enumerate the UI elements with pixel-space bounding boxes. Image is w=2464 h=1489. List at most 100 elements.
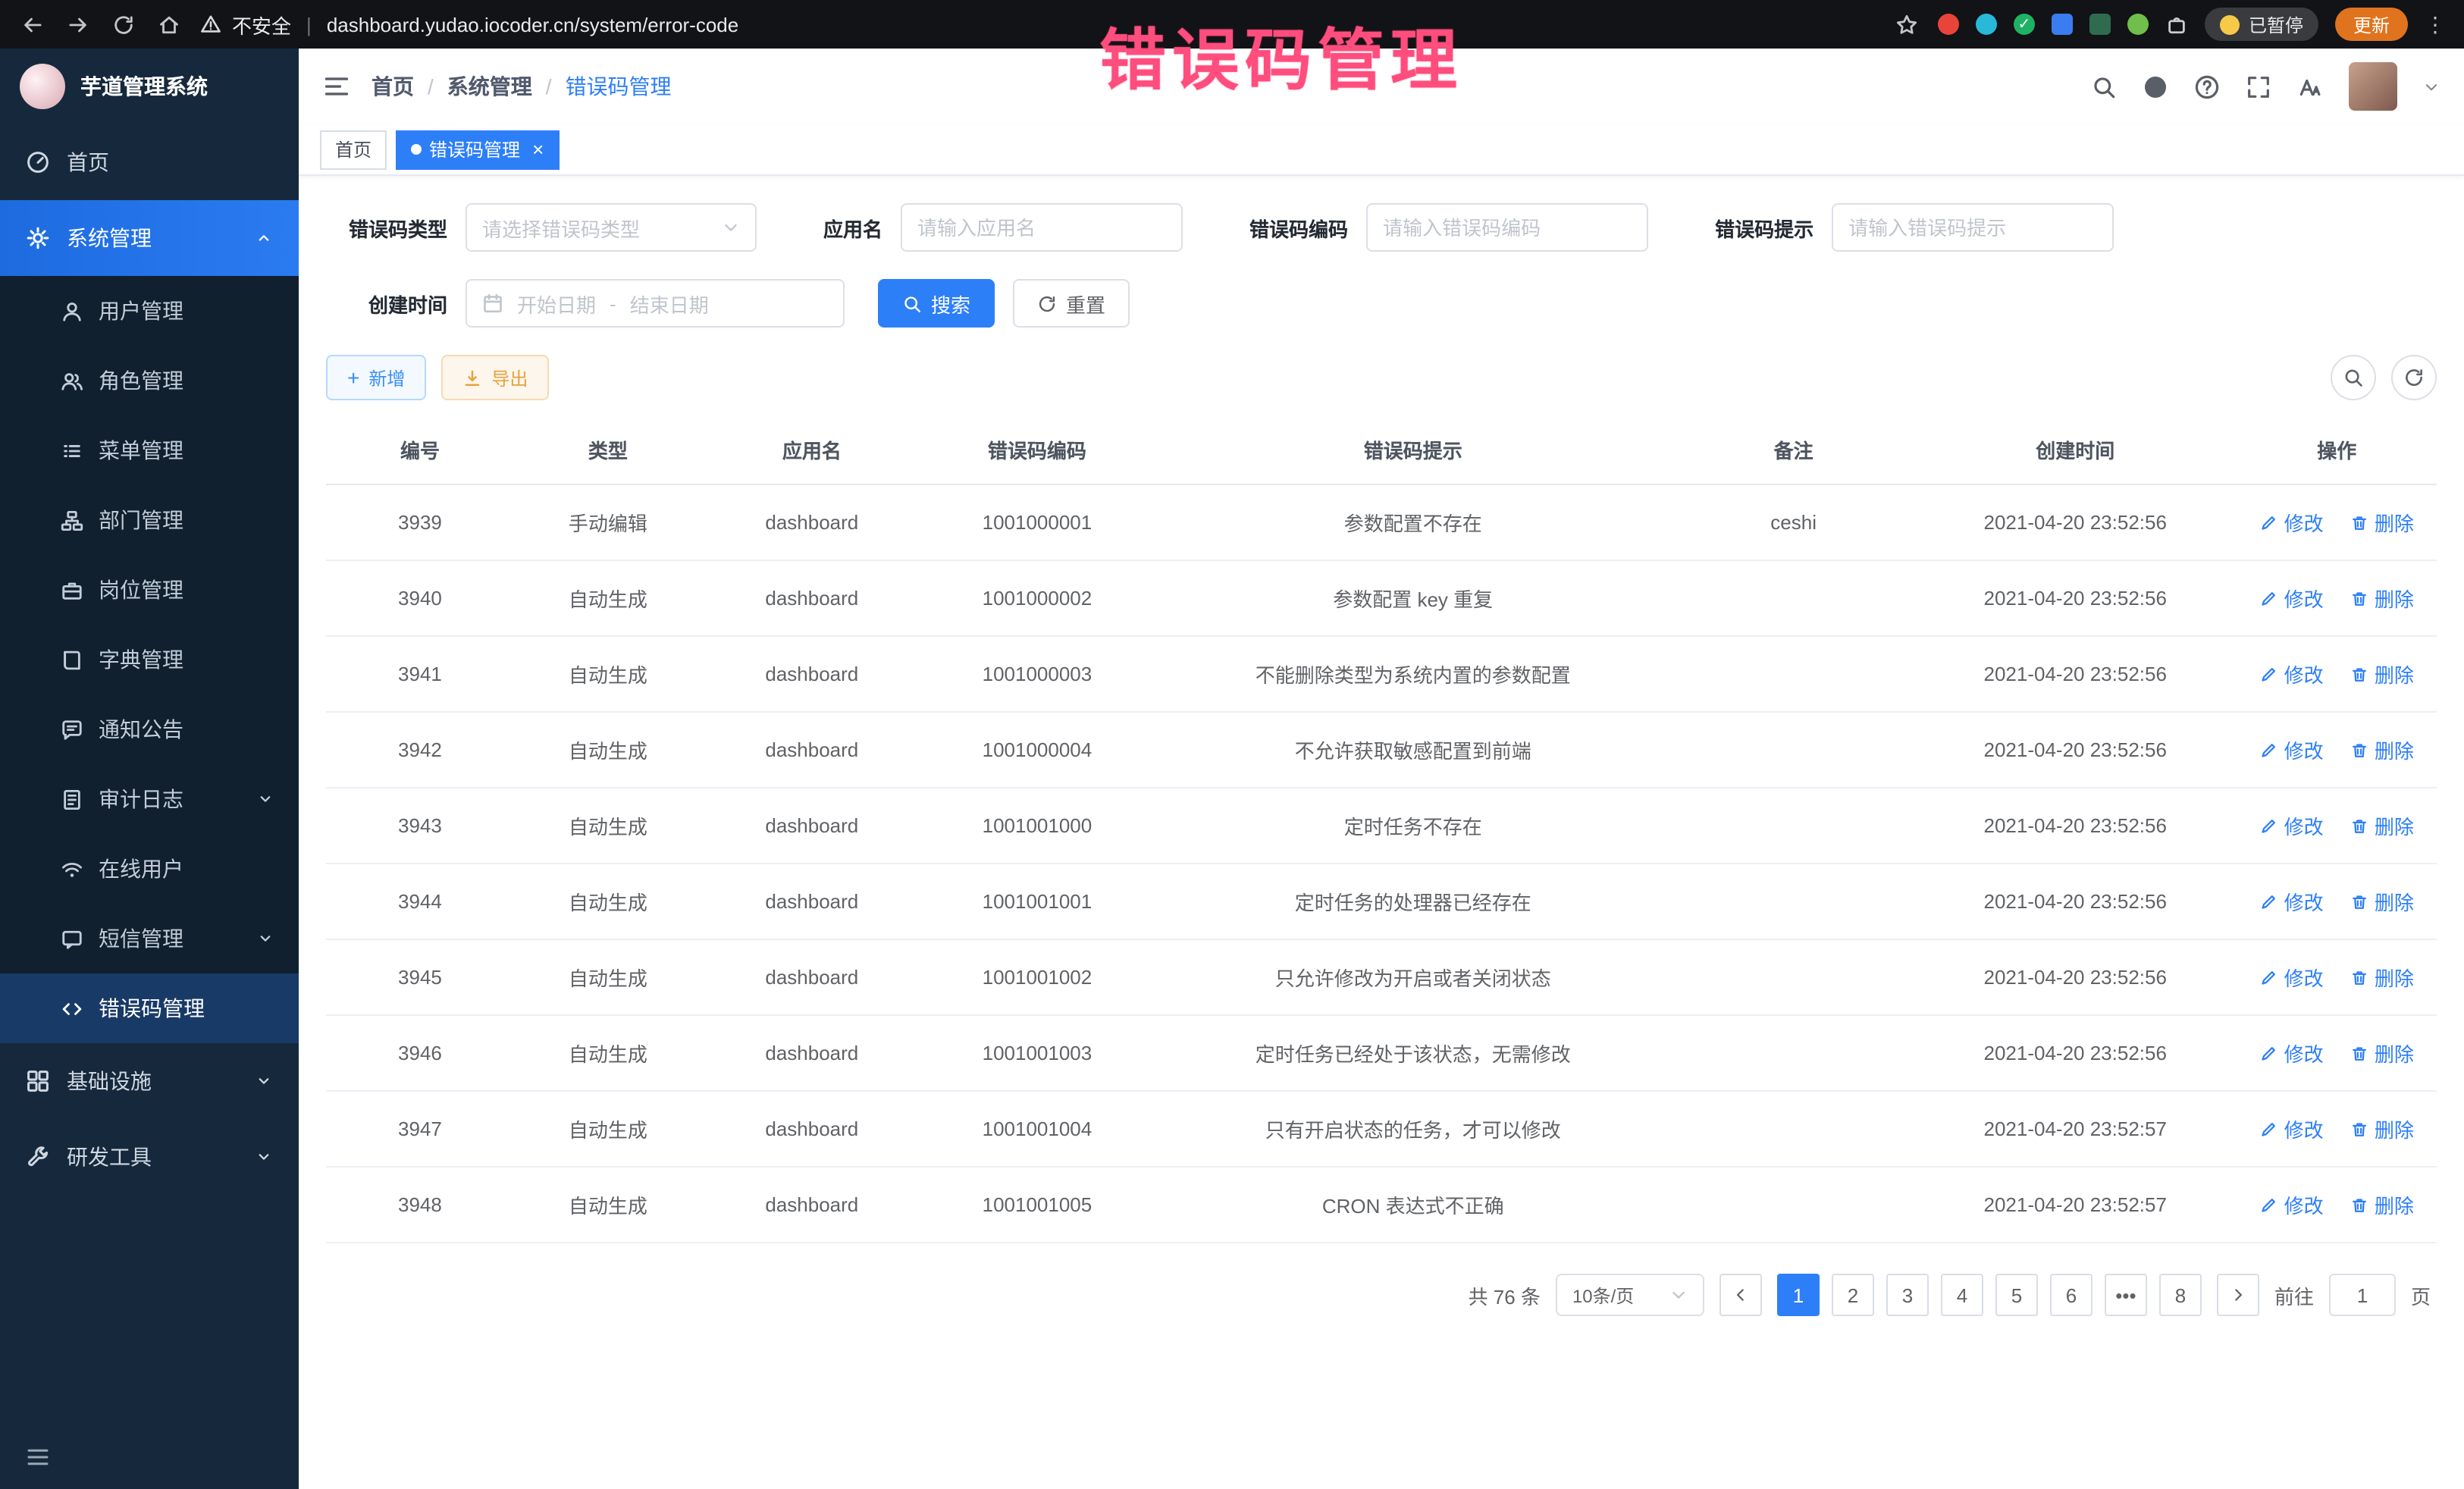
page-button-5[interactable]: 5 [1995, 1274, 2038, 1316]
edit-link[interactable]: 修改 [2260, 735, 2324, 764]
bookmark-star-icon[interactable] [1892, 10, 1921, 39]
sidebar-item-menus[interactable]: 菜单管理 [0, 415, 299, 485]
refresh-table-button[interactable] [2391, 355, 2437, 400]
page-button-6[interactable]: 6 [2050, 1274, 2093, 1316]
trash-icon [2350, 892, 2368, 911]
page-button-4[interactable]: 4 [1941, 1274, 1983, 1316]
edit-link[interactable]: 修改 [2260, 811, 2324, 840]
export-button[interactable]: 导出 [441, 355, 549, 400]
goto-page-input[interactable] [2329, 1274, 2396, 1316]
delete-link[interactable]: 删除 [2350, 735, 2414, 764]
extension-teal-icon[interactable] [1976, 14, 1997, 35]
page-button-8[interactable]: 8 [2159, 1274, 2202, 1316]
sidebar-item-online-users[interactable]: 在线用户 [0, 834, 299, 904]
error-type-select[interactable]: 请选择错误码类型 [466, 203, 757, 252]
browser-menu-icon[interactable]: ⋮ [2425, 11, 2446, 37]
cell-app: dashboard [702, 636, 922, 712]
cell-memo [1673, 864, 1913, 939]
help-icon[interactable] [2194, 74, 2220, 99]
cell-type: 自动生成 [514, 788, 702, 864]
edit-link[interactable]: 修改 [2260, 1114, 2324, 1143]
extension-green-check-icon[interactable]: ✓ [2014, 14, 2035, 35]
sidebar-item-departments[interactable]: 部门管理 [0, 485, 299, 555]
search-button[interactable]: 搜索 [878, 279, 995, 328]
trash-icon [2350, 741, 2368, 759]
page-size-select[interactable]: 10条/页 [1556, 1274, 1704, 1316]
cell-app: dashboard [702, 560, 922, 636]
prev-page-button[interactable] [1719, 1274, 1762, 1316]
extension-blue-icon[interactable] [2052, 14, 2073, 35]
cell-memo [1673, 939, 1913, 1015]
sidebar-item-notice[interactable]: 通知公告 [0, 694, 299, 764]
delete-link[interactable]: 删除 [2350, 811, 2414, 840]
sidebar-item-system[interactable]: 系统管理 [0, 200, 299, 276]
delete-link[interactable]: 删除 [2350, 1039, 2414, 1067]
page-ellipsis[interactable]: ••• [2105, 1274, 2147, 1316]
profile-chip[interactable]: 已暂停 [2205, 8, 2318, 41]
error-code-input[interactable] [1366, 203, 1648, 252]
chevron-down-icon [1669, 1286, 1688, 1304]
reset-button[interactable]: 重置 [1013, 279, 1130, 328]
address-bar[interactable]: 不安全 | dashboard.yudao.iocoder.cn/system/… [200, 10, 738, 39]
sidebar-item-error-code[interactable]: 错误码管理 [0, 973, 299, 1043]
date-range-picker[interactable]: 开始日期 - 结束日期 [466, 279, 845, 328]
sidebar-item-audit-log[interactable]: 审计日志 [0, 764, 299, 834]
delete-link[interactable]: 删除 [2350, 1190, 2414, 1219]
delete-link[interactable]: 删除 [2350, 963, 2414, 992]
font-size-icon[interactable] [2297, 74, 2323, 99]
fullscreen-icon[interactable] [2246, 74, 2271, 99]
delete-link[interactable]: 删除 [2350, 584, 2414, 613]
tab-home[interactable]: 首页 [320, 130, 387, 169]
close-tab-icon[interactable]: × [532, 138, 544, 161]
page-button-1[interactable]: 1 [1777, 1274, 1820, 1316]
sidebar-item-home[interactable]: 首页 [0, 124, 299, 200]
sidebar-fold-icon[interactable] [323, 73, 350, 100]
add-button[interactable]: + 新增 [326, 355, 426, 400]
error-msg-input[interactable] [1832, 203, 2114, 252]
delete-link[interactable]: 删除 [2350, 660, 2414, 688]
edit-link[interactable]: 修改 [2260, 963, 2324, 992]
edit-link[interactable]: 修改 [2260, 584, 2324, 613]
edit-link[interactable]: 修改 [2260, 1039, 2324, 1067]
breadcrumb-system[interactable]: 系统管理 [447, 71, 532, 102]
toggle-search-button[interactable] [2331, 355, 2376, 400]
github-icon[interactable] [2143, 74, 2168, 99]
app-name-input[interactable] [901, 203, 1183, 252]
extension-red-icon[interactable] [1938, 14, 1959, 35]
back-icon[interactable] [18, 10, 47, 39]
search-icon[interactable] [2091, 74, 2117, 99]
next-page-button[interactable] [2217, 1274, 2259, 1316]
extension-dark-green-icon[interactable] [2089, 14, 2111, 35]
tab-error-code[interactable]: 错误码管理 × [396, 130, 559, 169]
extension-leaf-icon[interactable] [2127, 14, 2149, 35]
sidebar-item-users[interactable]: 用户管理 [0, 276, 299, 346]
forward-icon[interactable] [64, 10, 92, 39]
edit-link[interactable]: 修改 [2260, 508, 2324, 537]
edit-link[interactable]: 修改 [2260, 1190, 2324, 1219]
edit-link[interactable]: 修改 [2260, 660, 2324, 688]
edit-link[interactable]: 修改 [2260, 887, 2324, 916]
delete-link[interactable]: 删除 [2350, 887, 2414, 916]
sidebar-item-dictionary[interactable]: 字典管理 [0, 625, 299, 694]
extensions-puzzle-icon[interactable] [2165, 13, 2188, 36]
delete-link[interactable]: 删除 [2350, 508, 2414, 537]
sidebar: 芋道管理系统 首页 系统管理 用户管理 [0, 49, 299, 1489]
sidebar-item-posts[interactable]: 岗位管理 [0, 555, 299, 625]
breadcrumb-home[interactable]: 首页 [371, 71, 414, 102]
page-button-3[interactable]: 3 [1886, 1274, 1929, 1316]
reload-icon[interactable] [109, 10, 138, 39]
delete-link[interactable]: 删除 [2350, 1114, 2414, 1143]
update-button[interactable]: 更新 [2335, 8, 2408, 41]
avatar-caret-icon[interactable] [2423, 78, 2440, 95]
sidebar-item-sms[interactable]: 短信管理 [0, 904, 299, 973]
sidebar-collapse-button[interactable] [0, 1425, 299, 1489]
dashboard-icon [26, 150, 50, 174]
user-avatar[interactable] [2349, 62, 2397, 111]
sidebar-item-infrastructure[interactable]: 基础设施 [0, 1043, 299, 1119]
sidebar-item-dev-tools[interactable]: 研发工具 [0, 1119, 299, 1195]
sidebar-item-roles[interactable]: 角色管理 [0, 346, 299, 415]
page-button-2[interactable]: 2 [1832, 1274, 1874, 1316]
cell-code: 1001000003 [922, 636, 1152, 712]
trash-icon [2350, 1196, 2368, 1214]
browser-home-icon[interactable] [155, 10, 183, 39]
